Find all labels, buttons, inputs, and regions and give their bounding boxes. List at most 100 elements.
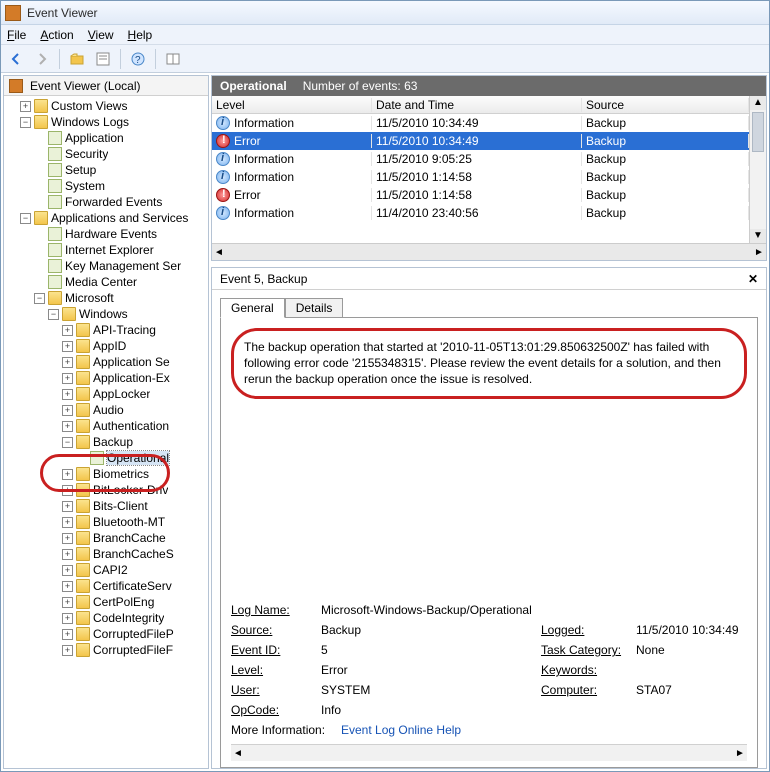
tree-bits[interactable]: +Bits-Client [6,498,208,514]
tree-windows-logs[interactable]: −Windows Logs [6,114,208,130]
tree-codeint[interactable]: +CodeIntegrity [6,610,208,626]
tree-api[interactable]: +API-Tracing [6,322,208,338]
scroll-thumb[interactable] [752,112,764,152]
tree-kms[interactable]: Key Management Ser [6,258,208,274]
menu-view[interactable]: View [88,28,114,42]
log-icon [48,131,62,145]
tree-audio[interactable]: +Audio [6,402,208,418]
tree-certserv[interactable]: +CertificateServ [6,578,208,594]
event-grid[interactable]: Level Date and Time Source Information11… [212,96,749,243]
detail-header: Event 5, Backup [220,272,307,286]
log-icon [48,227,62,241]
table-row[interactable]: Error11/5/2010 1:14:58Backup [212,186,749,204]
info-icon [216,116,230,130]
ev-icon [9,79,23,93]
event-log-help-link[interactable]: Event Log Online Help [341,723,461,737]
tb-open-icon[interactable] [66,48,88,70]
col-date[interactable]: Date and Time [372,98,582,112]
tree-ms-windows[interactable]: −Windows [6,306,208,322]
tree-hardware[interactable]: Hardware Events [6,226,208,242]
app-icon [5,5,21,21]
folder-icon [76,467,90,481]
tree-ie[interactable]: Internet Explorer [6,242,208,258]
tree-microsoft[interactable]: −Microsoft [6,290,208,306]
table-row[interactable]: Information11/4/2010 23:40:56Backup [212,204,749,222]
tree-bcs[interactable]: +BranchCacheS [6,546,208,562]
tree-wl-application[interactable]: Application [6,130,208,146]
scroll-down-icon[interactable]: ▼ [753,229,763,243]
col-level[interactable]: Level [212,98,372,112]
folder-icon [76,339,90,353]
tree-biometrics[interactable]: +Biometrics [6,466,208,482]
list-hscroll[interactable]: ◄ ► [212,243,766,260]
tree-wl-forwarded[interactable]: Forwarded Events [6,194,208,210]
log-icon [48,275,62,289]
table-row[interactable]: Error11/5/2010 10:34:49Backup [212,132,749,150]
folder-icon [76,483,90,497]
menu-file[interactable]: File [7,28,26,42]
log-icon [48,147,62,161]
tab-general[interactable]: General [220,298,285,318]
forward-button[interactable] [31,48,53,70]
folder-icon [76,547,90,561]
tree-appex[interactable]: +Application-Ex [6,370,208,386]
list-title-bar: Operational Number of events: 63 [212,76,766,96]
folder-icon [76,371,90,385]
event-list-panel: Operational Number of events: 63 Level D… [211,75,767,261]
tree-appse[interactable]: +Application Se [6,354,208,370]
tree-root-label: Event Viewer (Local) [30,79,141,93]
tree-corr1[interactable]: +CorruptedFileP [6,626,208,642]
tab-details[interactable]: Details [285,298,344,318]
table-row[interactable]: Information11/5/2010 10:34:49Backup [212,114,749,132]
tree-backup[interactable]: −Backup [6,434,208,450]
tree-bitlocker[interactable]: +BitLocker-Driv [6,482,208,498]
tree-operational[interactable]: Operational [6,450,208,466]
tree-bc[interactable]: +BranchCache [6,530,208,546]
tree-media[interactable]: Media Center [6,274,208,290]
tree-bt[interactable]: +Bluetooth-MT [6,514,208,530]
tree-custom-views[interactable]: +Custom Views [6,98,208,114]
scroll-right-icon[interactable]: ► [752,247,766,258]
tree-capi2[interactable]: +CAPI2 [6,562,208,578]
toolbar-sep [59,49,60,69]
tree-wl-security[interactable]: Security [6,146,208,162]
table-row[interactable]: Information11/5/2010 1:14:58Backup [212,168,749,186]
tree-pane[interactable]: Event Viewer (Local) +Custom Views −Wind… [3,75,209,769]
info-icon [216,170,230,184]
folder-icon [76,403,90,417]
tree-auth[interactable]: +Authentication [6,418,208,434]
event-properties: Log Name:Microsoft-Windows-Backup/Operat… [231,600,747,740]
tb-props-icon[interactable] [92,48,114,70]
menu-action[interactable]: Action [40,28,73,42]
tree-certpol[interactable]: +CertPolEng [6,594,208,610]
detail-hscroll[interactable]: ◄ ► [231,744,747,761]
list-vscroll[interactable]: ▲ ▼ [749,96,766,243]
titlebar: Event Viewer [1,1,769,25]
col-source[interactable]: Source [582,98,749,112]
scroll-left-icon[interactable]: ◄ [231,748,245,759]
folder-icon [34,115,48,129]
scroll-left-icon[interactable]: ◄ [212,247,226,258]
folder-icon [76,643,90,657]
tree-wl-system[interactable]: System [6,178,208,194]
svg-text:?: ? [135,55,141,66]
folder-icon [76,419,90,433]
folder-icon [76,435,90,449]
tree-apps-services[interactable]: −Applications and Services [6,210,208,226]
scroll-right-icon[interactable]: ► [733,748,747,759]
folder-icon [76,531,90,545]
tree-corr2[interactable]: +CorruptedFileF [6,642,208,658]
tb-list-icon[interactable] [162,48,184,70]
tree-applocker[interactable]: +AppLocker [6,386,208,402]
close-icon[interactable]: ✕ [748,272,758,286]
tree-wl-setup[interactable]: Setup [6,162,208,178]
tree-appid[interactable]: +AppID [6,338,208,354]
scroll-up-icon[interactable]: ▲ [753,96,763,110]
folder-icon [48,291,62,305]
grid-header[interactable]: Level Date and Time Source [212,96,749,114]
back-button[interactable] [5,48,27,70]
menu-help[interactable]: Help [128,28,153,42]
table-row[interactable]: Information11/5/2010 9:05:25Backup [212,150,749,168]
window-title: Event Viewer [27,6,97,20]
tb-help-icon[interactable]: ? [127,48,149,70]
